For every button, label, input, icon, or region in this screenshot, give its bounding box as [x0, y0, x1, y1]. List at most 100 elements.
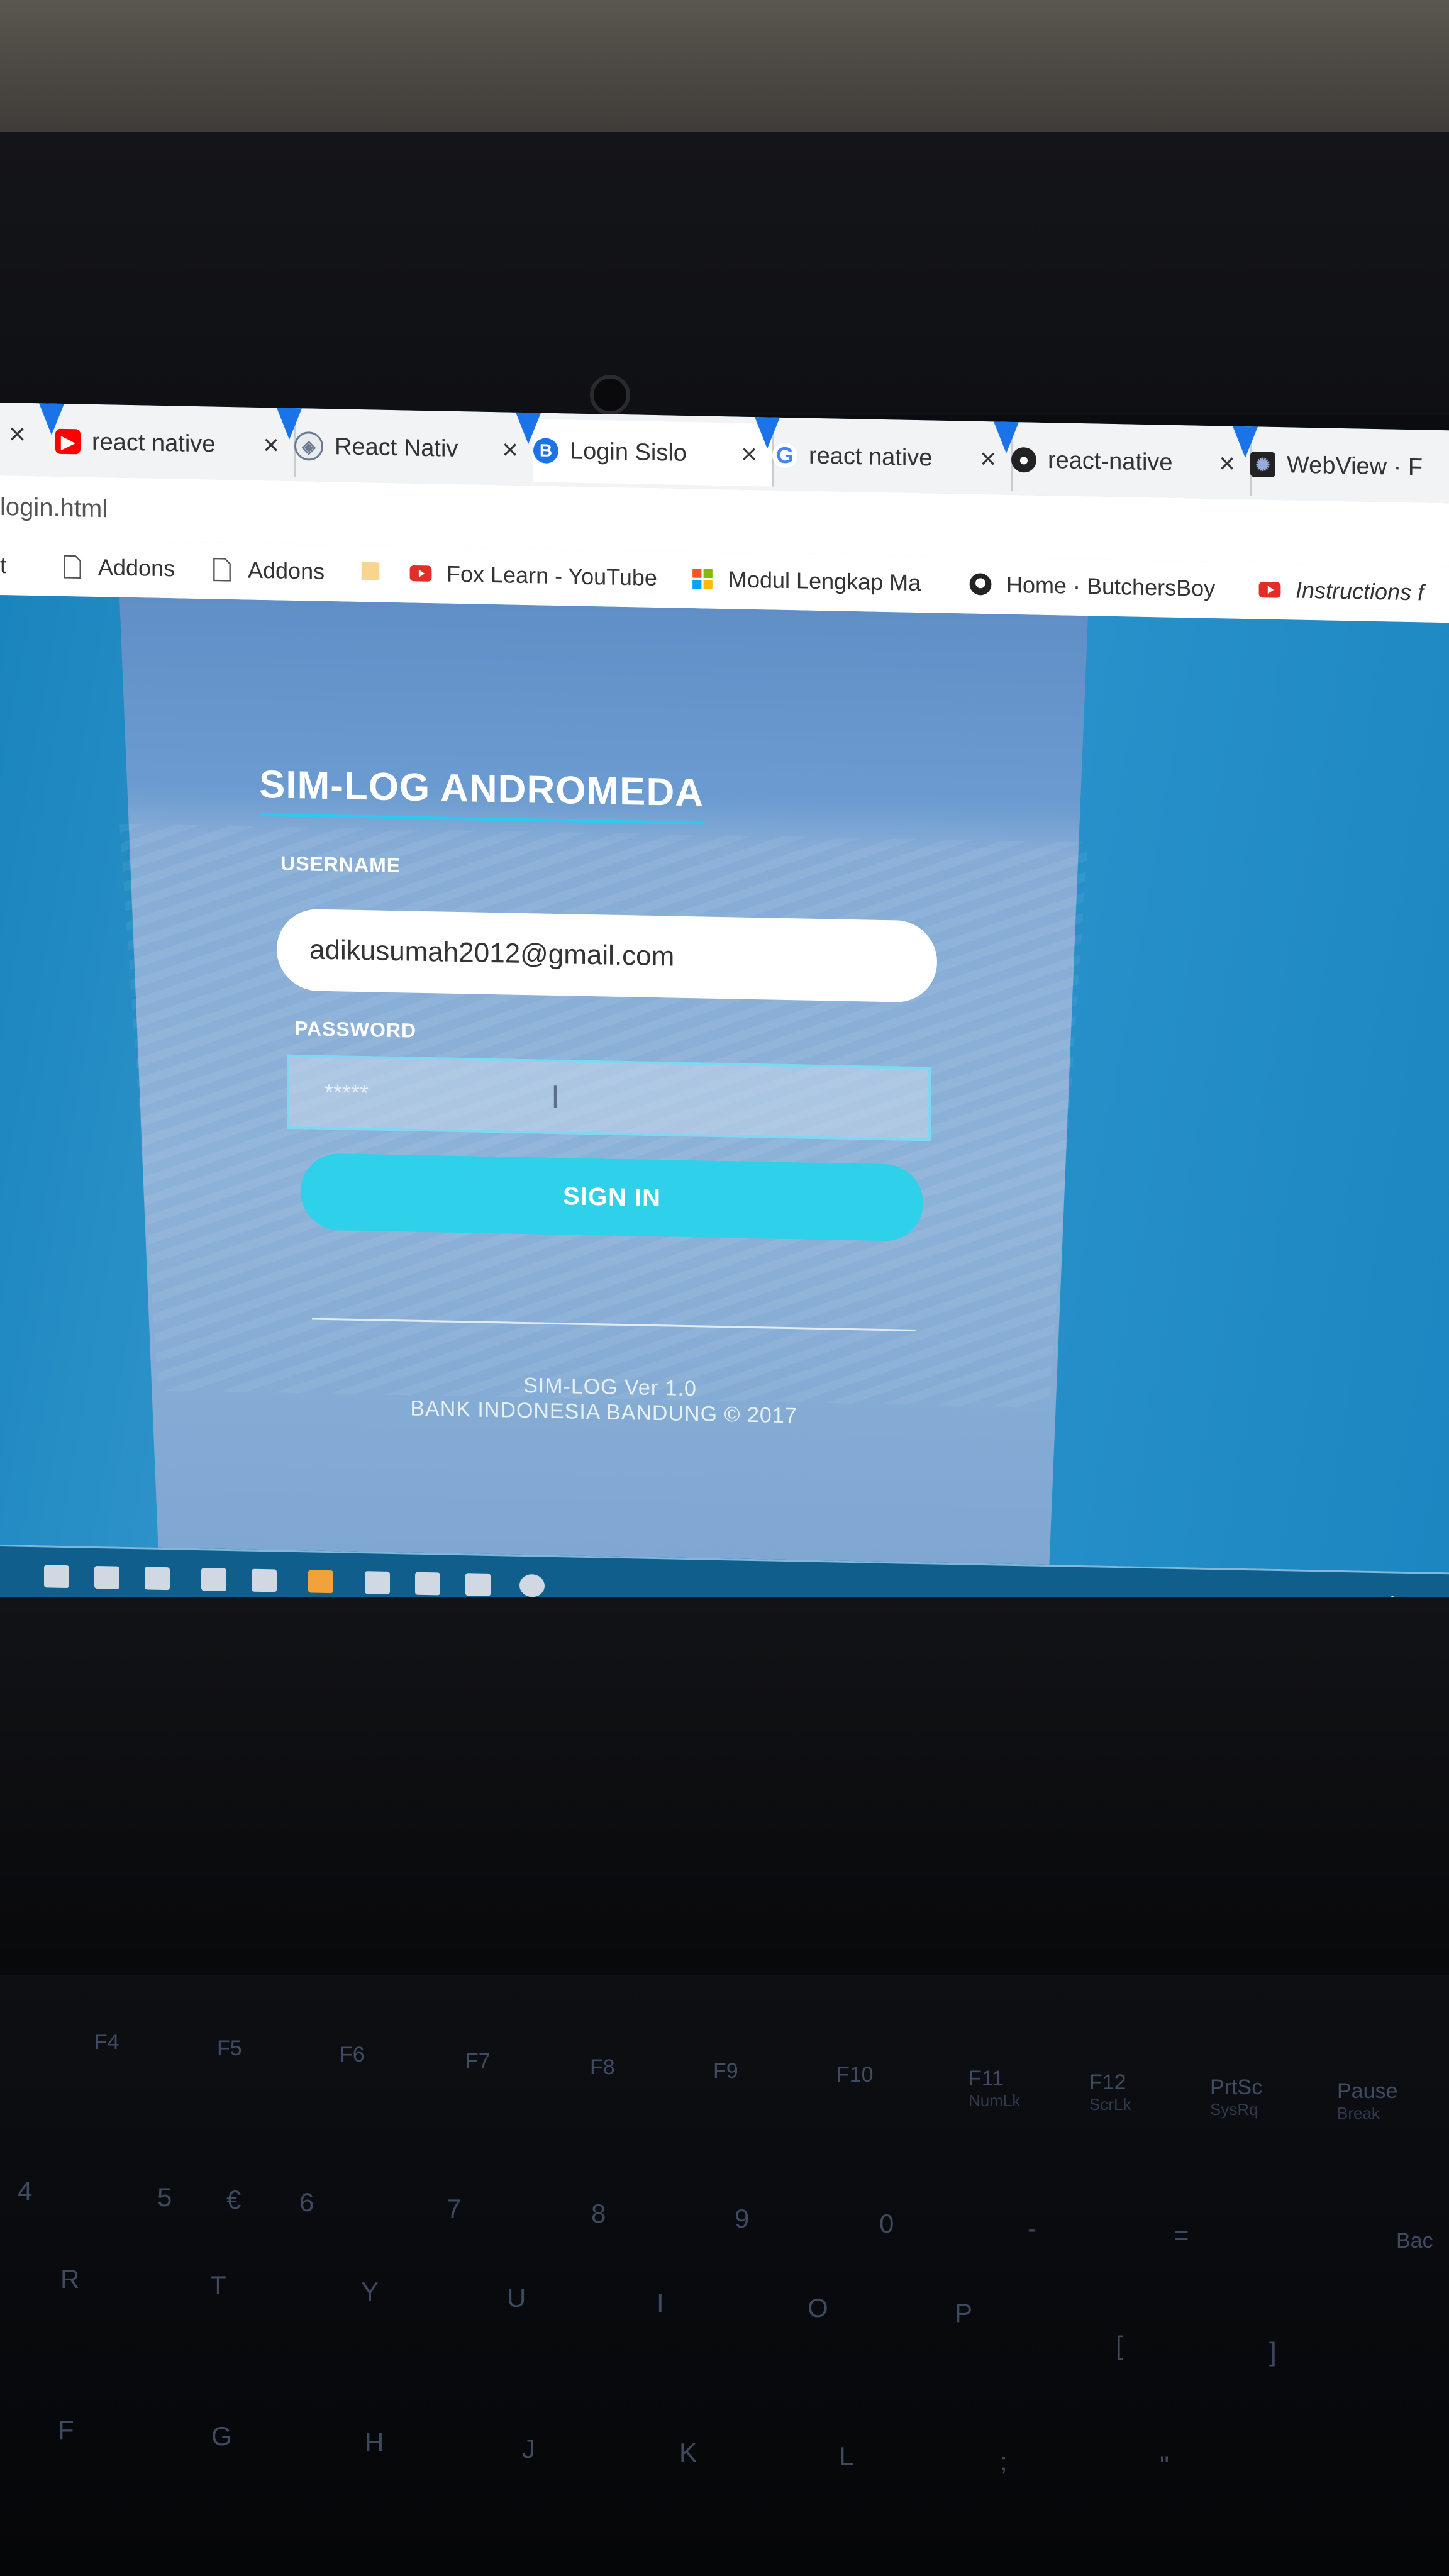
bookmark-partial[interactable]: t [0, 552, 6, 579]
key-minus: - [1028, 2214, 1036, 2243]
key-6: 6 [299, 2187, 314, 2217]
taskbar-app-icon[interactable] [308, 1570, 333, 1594]
key-f11: F11 NumLk [969, 2067, 1021, 2110]
key-r: R [60, 2264, 80, 2294]
tab-title: react-native [1048, 447, 1173, 476]
tab-close-button[interactable]: × [9, 416, 26, 451]
key-f10: F10 [836, 2063, 874, 2087]
key-prtsc: PrtSc SysRq [1210, 2075, 1263, 2119]
key-o: O [808, 2293, 828, 2323]
tab-separator [994, 421, 1019, 454]
key-j: J [522, 2434, 535, 2463]
key-8: 8 [591, 2199, 606, 2228]
tab-separator [277, 408, 302, 440]
tab-title: React Nativ [335, 433, 458, 462]
key-4: 4 [18, 2176, 33, 2206]
laptop-screen: × ▶ react native × ◈ React Nativ × B Log… [0, 402, 1449, 1663]
key-7: 7 [447, 2194, 462, 2223]
youtube-icon [1258, 581, 1281, 598]
page-icon [213, 557, 231, 582]
folder-icon [361, 562, 380, 580]
username-input[interactable] [277, 908, 937, 1003]
windows-icon [692, 569, 713, 589]
taskbar-app-icon[interactable] [252, 1568, 277, 1592]
username-label: USERNAME [280, 852, 401, 877]
taskbar-app-icon[interactable] [465, 1573, 491, 1596]
tab-webview[interactable]: ✺ WebView · F [1250, 433, 1449, 499]
tab-title: react native [92, 428, 216, 458]
tab-separator [516, 412, 541, 445]
bookmark-addons[interactable]: Addons [210, 556, 325, 584]
key-f9: F9 [713, 2059, 738, 2083]
key-f6: F6 [340, 2043, 365, 2067]
bookmark-addons[interactable]: Addons [60, 553, 175, 582]
bookmark-label: Home · ButchersBoy [1006, 571, 1216, 602]
bookmark-label: Instructions f [1296, 577, 1424, 606]
github-icon [969, 573, 992, 596]
key-i: I [657, 2288, 664, 2318]
key-equals: = [1174, 2220, 1189, 2250]
key-pause: Pause Break [1337, 2079, 1398, 2123]
bookmark-label: Fox Learn - YouTube [447, 560, 657, 591]
bookmark-label: Addons [248, 557, 325, 584]
room-background [0, 0, 1449, 145]
search-icon[interactable] [519, 1574, 545, 1597]
key-5: 5 [157, 2182, 172, 2212]
key-u: U [507, 2283, 526, 2312]
key-k: K [679, 2438, 697, 2467]
key-f: F [58, 2415, 74, 2445]
taskbar-app-icon[interactable] [415, 1572, 440, 1596]
tab-login-sislo[interactable]: B Login Sislo × [533, 419, 774, 487]
tab-react-native-github[interactable]: ● react-native × [1011, 428, 1252, 496]
taskbar-app-icon[interactable] [44, 1565, 69, 1589]
taskbar-app-icon[interactable] [145, 1567, 170, 1591]
taskbar-app-icon[interactable] [201, 1568, 226, 1591]
bookmark-folder[interactable] [358, 559, 382, 584]
tab-separator [1233, 426, 1258, 458]
tab-separator [39, 403, 64, 435]
key-h: H [365, 2428, 384, 2457]
tab-title: WebView · F [1287, 451, 1423, 480]
tab-title: react native [809, 442, 933, 471]
tab-react-native-youtube[interactable]: ▶ react native × [55, 409, 296, 478]
webcam [590, 375, 630, 415]
sign-in-button[interactable]: SIGN IN [301, 1153, 923, 1242]
key-g: G [211, 2421, 232, 2451]
laptop-keyboard: F4 F5 F6 F7 F8 F9 F10 F11 NumLk F12 ScrLk … [0, 1975, 1449, 2576]
tab-react-native-google[interactable]: G react native × [772, 423, 1013, 491]
app-title: SIM-LOG ANDROMEDA [259, 762, 704, 825]
key-backspace: Bac [1396, 2229, 1433, 2253]
taskbar-app-icon[interactable] [365, 1571, 390, 1594]
youtube-icon [409, 565, 432, 582]
bookmark-instructions[interactable]: Instructions f [1258, 576, 1424, 606]
key-f8: F8 [590, 2055, 615, 2079]
password-label: PASSWORD [294, 1016, 417, 1042]
bookmark-label: Addons [98, 553, 175, 582]
key-9: 9 [735, 2204, 750, 2233]
key-bracket-right: ] [1269, 2337, 1277, 2367]
key-f4: F4 [94, 2030, 119, 2054]
key-y: Y [361, 2277, 379, 2306]
key-euro: € [226, 2185, 242, 2214]
taskbar-app-icon[interactable] [94, 1565, 119, 1589]
key-bracket-left: [ [1116, 2331, 1123, 2360]
password-input[interactable] [287, 1054, 931, 1141]
key-semicolon: ; [1000, 2446, 1008, 2476]
key-p: P [955, 2298, 973, 2328]
key-f5: F5 [217, 2036, 242, 2060]
page-icon [64, 555, 81, 579]
login-page: SIM-LOG ANDROMEDA USERNAME PASSWORD Ι SI… [0, 595, 1449, 1573]
key-f12: F12 ScrLk [1089, 2070, 1131, 2114]
laptop-bezel-bottom [0, 1597, 1449, 2000]
tab-react-native-docs[interactable]: ◈ React Nativ × [294, 414, 535, 482]
url-text[interactable]: login.html [0, 493, 108, 523]
tab-separator [755, 417, 780, 449]
bookmark-modul-lengkap[interactable]: Modul Lengkap Ma [691, 565, 921, 596]
key-quote: " [1160, 2450, 1169, 2480]
text-cursor-icon: Ι [551, 1079, 560, 1116]
bookmark-fox-learn[interactable]: Fox Learn - YouTube [409, 560, 657, 591]
key-f7: F7 [465, 2049, 491, 2073]
laptop-bezel-top [0, 132, 1449, 415]
bookmark-butchersboy[interactable]: Home · ButchersBoy [969, 571, 1215, 602]
bookmark-label: Modul Lengkap Ma [728, 566, 921, 596]
